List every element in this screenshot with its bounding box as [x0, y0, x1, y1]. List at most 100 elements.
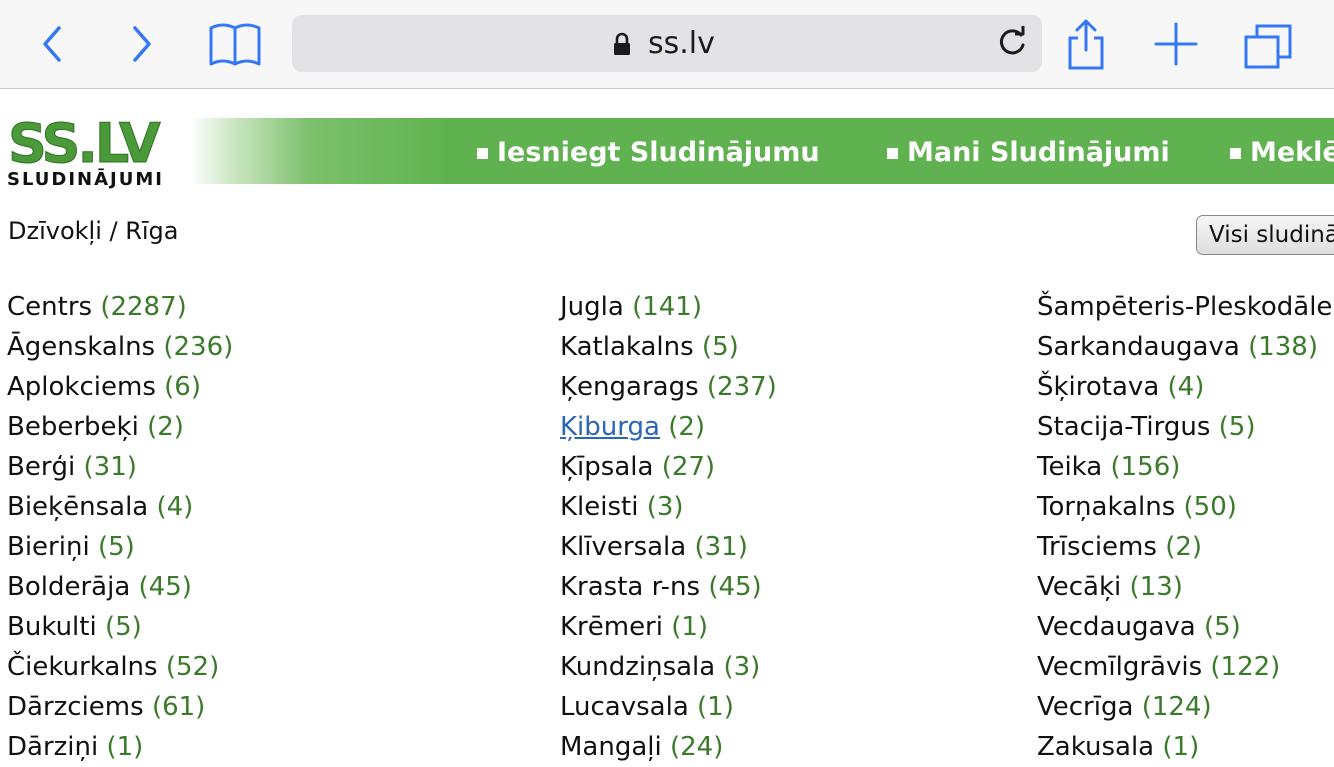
nav-link-submit[interactable]: Iesniegt Sludinājumu — [477, 136, 820, 170]
district-item[interactable]: Stacija-Tirgus (5) — [1037, 407, 1332, 447]
district-item[interactable]: Bieriņi (5) — [7, 527, 233, 567]
district-count: (3) — [646, 492, 684, 522]
district-item[interactable]: Vecrīga (124) — [1037, 687, 1332, 727]
reload-icon[interactable] — [994, 25, 1030, 61]
district-name[interactable]: Ķīpsala — [560, 452, 653, 482]
breadcrumb[interactable]: Dzīvokļi / Rīga — [8, 214, 179, 248]
district-name[interactable]: Krasta r-ns — [560, 572, 700, 602]
nav-link-label: Mani Sludinājumi — [907, 137, 1170, 168]
bullet-icon — [1230, 147, 1241, 159]
district-name[interactable]: Berģi — [7, 452, 75, 482]
district-item[interactable]: Kundziņsala (3) — [560, 647, 777, 687]
district-count: (2) — [1165, 532, 1203, 562]
district-item[interactable]: Krasta r-ns (45) — [560, 567, 777, 607]
district-item[interactable]: Aplokciems (6) — [7, 367, 233, 407]
district-count: (5) — [1204, 612, 1241, 642]
district-name[interactable]: Bukulti — [7, 612, 97, 642]
district-name[interactable]: Šķirotava — [1037, 372, 1159, 402]
district-name[interactable]: Mangaļi — [560, 732, 662, 762]
district-name[interactable]: Vecmīlgrāvis — [1037, 652, 1202, 682]
district-name[interactable]: Lucavsala — [560, 692, 689, 722]
district-name[interactable]: Čiekurkalns — [7, 652, 158, 682]
district-item[interactable]: Trīsciems (2) — [1037, 527, 1332, 567]
district-item[interactable]: Vecmīlgrāvis (122) — [1037, 647, 1332, 687]
district-name[interactable]: Kundziņsala — [560, 652, 715, 682]
district-name[interactable]: Sarkandaugava — [1037, 332, 1240, 362]
district-item[interactable]: Sarkandaugava (138) — [1037, 327, 1332, 367]
district-item[interactable]: Beberbeķi (2) — [7, 407, 233, 447]
district-name[interactable]: Kleisti — [560, 492, 638, 522]
nav-link-search[interactable]: Meklē — [1230, 136, 1334, 170]
forward-button[interactable] — [120, 22, 164, 66]
district-count: (1) — [671, 612, 709, 642]
district-item[interactable]: Berģi (31) — [7, 447, 233, 487]
district-item[interactable]: Dārziņi (1) — [7, 727, 233, 767]
district-item[interactable]: Centrs (2287) — [7, 287, 233, 327]
district-item[interactable]: Krēmeri (1) — [560, 607, 777, 647]
district-name[interactable]: Aplokciems — [7, 372, 156, 402]
district-name[interactable]: Šampēteris-Pleskodāle — [1037, 292, 1332, 322]
district-item[interactable]: Ķīpsala (27) — [560, 447, 777, 487]
district-name[interactable]: Dārzciems — [7, 692, 144, 722]
district-name[interactable]: Trīsciems — [1037, 532, 1157, 562]
district-name[interactable]: Bieķēnsala — [7, 492, 148, 522]
district-item[interactable]: Ķengarags (237) — [560, 367, 777, 407]
district-name[interactable]: Zakusala — [1037, 732, 1154, 762]
district-name[interactable]: Centrs — [7, 292, 92, 322]
district-name[interactable]: Jugla — [560, 292, 624, 322]
district-item[interactable]: Torņakalns (50) — [1037, 487, 1332, 527]
district-count: (122) — [1210, 652, 1281, 682]
district-item[interactable]: Klīversala (31) — [560, 527, 777, 567]
district-item[interactable]: Bukulti (5) — [7, 607, 233, 647]
district-item[interactable]: Bolderāja (45) — [7, 567, 233, 607]
district-name[interactable]: Krēmeri — [560, 612, 663, 642]
district-name[interactable]: Katlakalns — [560, 332, 694, 362]
bookmarks-button[interactable] — [206, 22, 264, 66]
district-name[interactable]: Ķiburga — [560, 412, 660, 442]
all-ads-button[interactable]: Visi sludinā — [1196, 215, 1334, 255]
tabs-button[interactable] — [1242, 22, 1294, 70]
district-item[interactable]: Lucavsala (1) — [560, 687, 777, 727]
district-item[interactable]: Mangaļi (24) — [560, 727, 777, 767]
district-count: (3) — [723, 652, 761, 682]
district-item[interactable]: Katlakalns (5) — [560, 327, 777, 367]
district-count: (5) — [104, 612, 142, 642]
district-item[interactable]: Bieķēnsala (4) — [7, 487, 233, 527]
site-logo[interactable]: SS.LV — [8, 115, 162, 172]
new-tab-button[interactable] — [1152, 22, 1200, 66]
district-name[interactable]: Vecrīga — [1037, 692, 1133, 722]
district-name[interactable]: Klīversala — [560, 532, 686, 562]
url-text[interactable]: ss.lv — [648, 27, 715, 61]
district-item[interactable]: Šķirotava (4) — [1037, 367, 1332, 407]
district-item[interactable]: Kleisti (3) — [560, 487, 777, 527]
share-icon — [1068, 19, 1104, 70]
district-count: (61) — [151, 692, 206, 722]
district-item[interactable]: Jugla (141) — [560, 287, 777, 327]
district-item[interactable]: Āgenskalns (236) — [7, 327, 233, 367]
district-item[interactable]: Ķiburga (2) — [560, 407, 777, 447]
district-item[interactable]: Vecāķi (13) — [1037, 567, 1332, 607]
district-name[interactable]: Stacija-Tirgus — [1037, 412, 1210, 442]
district-name[interactable]: Torņakalns — [1037, 492, 1175, 522]
district-name[interactable]: Vecāķi — [1037, 572, 1121, 602]
district-name[interactable]: Āgenskalns — [7, 332, 155, 362]
share-button[interactable] — [1062, 18, 1110, 72]
district-count: (2) — [668, 412, 706, 442]
district-item[interactable]: Teika (156) — [1037, 447, 1332, 487]
district-name[interactable]: Teika — [1037, 452, 1102, 482]
district-name[interactable]: Vecdaugava — [1037, 612, 1196, 642]
district-name[interactable]: Ķengarags — [560, 372, 699, 402]
district-name[interactable]: Bieriņi — [7, 532, 90, 562]
district-name[interactable]: Dārziņi — [7, 732, 98, 762]
district-item[interactable]: Dārzciems (61) — [7, 687, 233, 727]
district-item[interactable]: Zakusala (1) — [1037, 727, 1332, 767]
district-item[interactable]: Šampēteris-Pleskodāle — [1037, 287, 1332, 327]
district-name[interactable]: Bolderāja — [7, 572, 130, 602]
nav-link-my-ads[interactable]: Mani Sludinājumi — [887, 136, 1170, 170]
district-column-2: Jugla (141) Katlakalns (5) Ķengarags (237)… — [560, 287, 777, 767]
district-item[interactable]: Čiekurkalns (52) — [7, 647, 233, 687]
district-name[interactable]: Beberbeķi — [7, 412, 139, 442]
back-button[interactable] — [30, 22, 74, 66]
district-item[interactable]: Vecdaugava (5) — [1037, 607, 1332, 647]
district-count: (1) — [106, 732, 144, 762]
